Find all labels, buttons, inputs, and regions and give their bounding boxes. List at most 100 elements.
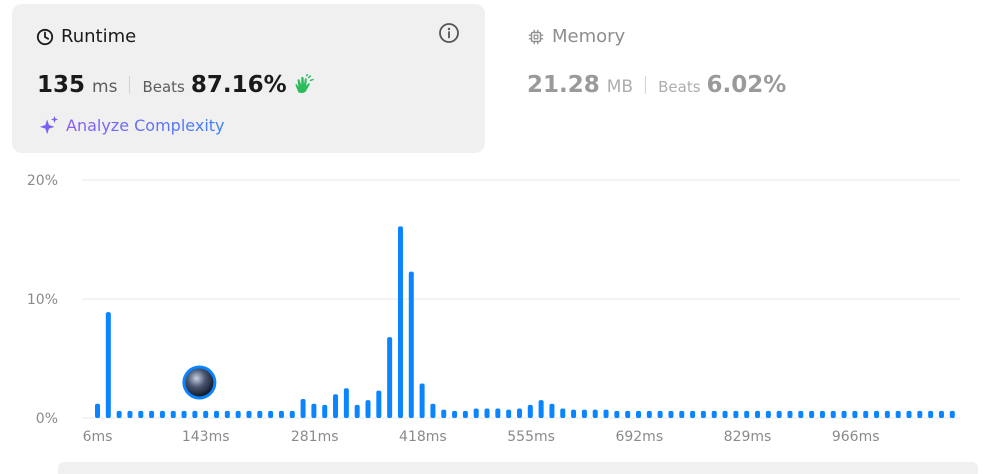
bar[interactable] — [322, 404, 328, 418]
bar[interactable] — [159, 410, 165, 418]
y-tick-label: 20% — [27, 173, 58, 189]
bar[interactable] — [884, 410, 890, 418]
bar[interactable] — [614, 410, 620, 418]
bar[interactable] — [636, 410, 641, 418]
bar[interactable] — [733, 410, 739, 418]
bar[interactable] — [181, 410, 187, 418]
bar[interactable] — [333, 394, 339, 418]
clap-icon — [295, 74, 314, 94]
bar[interactable] — [235, 410, 241, 418]
bar[interactable] — [95, 403, 100, 418]
bar[interactable] — [603, 409, 609, 418]
bar[interactable] — [776, 410, 782, 418]
bar[interactable] — [462, 410, 468, 418]
bar[interactable] — [592, 409, 598, 418]
divider — [645, 76, 647, 94]
bar[interactable] — [917, 410, 923, 418]
bar[interactable] — [787, 410, 793, 418]
your-submission-marker[interactable] — [182, 365, 217, 400]
bar[interactable] — [700, 410, 706, 418]
bar[interactable] — [419, 383, 425, 418]
bar[interactable] — [874, 410, 880, 418]
bar[interactable] — [895, 410, 901, 418]
bar[interactable] — [668, 410, 674, 418]
bar[interactable] — [116, 410, 122, 418]
bar[interactable] — [906, 410, 912, 418]
bar[interactable] — [484, 408, 490, 418]
bar[interactable] — [300, 398, 306, 418]
bar[interactable] — [755, 410, 761, 418]
bar[interactable] — [538, 400, 544, 418]
bar[interactable] — [506, 409, 512, 418]
bar[interactable] — [711, 410, 717, 418]
bar[interactable] — [214, 410, 220, 418]
bar[interactable] — [278, 410, 284, 418]
analyze-complexity-button[interactable]: Analyze Complexity — [38, 114, 225, 136]
memory-tab[interactable]: Memory — [527, 26, 625, 47]
bar[interactable] — [387, 337, 393, 418]
bar[interactable] — [516, 408, 522, 418]
bar[interactable] — [376, 390, 382, 418]
bar[interactable] — [452, 410, 458, 418]
bar[interactable] — [365, 400, 371, 418]
bar[interactable] — [397, 226, 403, 418]
bar[interactable] — [679, 410, 685, 418]
bar[interactable] — [560, 408, 566, 418]
avatar[interactable] — [185, 368, 214, 397]
bottom-panel-edge — [58, 462, 978, 474]
runtime-unit: ms — [92, 77, 118, 97]
bar[interactable] — [224, 410, 230, 418]
memory-stats: 21.28 MB Beats 6.02% — [527, 72, 786, 98]
bar[interactable] — [744, 410, 750, 418]
memory-value: 21.28 — [527, 72, 600, 98]
bar[interactable] — [473, 408, 479, 418]
bar[interactable] — [798, 410, 804, 418]
x-tick-label: 829ms — [724, 429, 772, 445]
bar[interactable] — [549, 403, 555, 418]
bar[interactable] — [105, 312, 111, 418]
bar[interactable] — [441, 409, 447, 418]
bar[interactable] — [809, 410, 815, 418]
bar[interactable] — [765, 410, 771, 418]
bar[interactable] — [646, 410, 652, 418]
chip-icon — [528, 29, 544, 44]
bar[interactable] — [127, 410, 133, 418]
bar[interactable] — [657, 410, 663, 418]
bar[interactable] — [495, 408, 501, 418]
bar[interactable] — [430, 403, 436, 418]
bar[interactable] — [863, 410, 869, 418]
bar[interactable] — [289, 410, 295, 418]
bar[interactable] — [571, 409, 577, 418]
runtime-title-label: Runtime — [61, 26, 137, 47]
bar[interactable] — [625, 410, 631, 418]
bar[interactable] — [819, 410, 825, 418]
info-icon[interactable] — [438, 22, 460, 44]
bar[interactable] — [408, 271, 414, 418]
runtime-card[interactable]: Runtime 135 ms Beats 87.16% Analyze Comp… — [12, 4, 485, 153]
bar[interactable] — [690, 410, 696, 418]
bar[interactable] — [527, 404, 533, 418]
bar[interactable] — [257, 410, 263, 418]
bar[interactable] — [246, 410, 252, 418]
bar[interactable] — [949, 410, 955, 418]
bar[interactable] — [830, 410, 836, 418]
y-axis-ticks: 0% 10% 20% — [27, 173, 58, 427]
bar[interactable] — [311, 403, 317, 418]
bar[interactable] — [343, 388, 349, 418]
bar[interactable] — [938, 410, 944, 418]
bar[interactable] — [852, 410, 858, 418]
runtime-distribution-chart: 0% 10% 20% 6ms 143ms 281ms 418ms 555ms 692ms 829… — [27, 173, 960, 445]
bar[interactable] — [203, 410, 209, 418]
bar[interactable] — [354, 404, 360, 418]
bar[interactable] — [192, 410, 198, 418]
bar[interactable] — [138, 410, 144, 418]
bar[interactable] — [149, 410, 155, 418]
bar[interactable] — [268, 410, 274, 418]
bar[interactable] — [722, 410, 728, 418]
bar[interactable] — [581, 409, 587, 418]
bar[interactable] — [928, 410, 934, 418]
bar[interactable] — [170, 410, 176, 418]
x-tick-label: 6ms — [83, 429, 113, 445]
bar[interactable] — [841, 410, 847, 418]
x-tick-label: 281ms — [291, 429, 339, 445]
